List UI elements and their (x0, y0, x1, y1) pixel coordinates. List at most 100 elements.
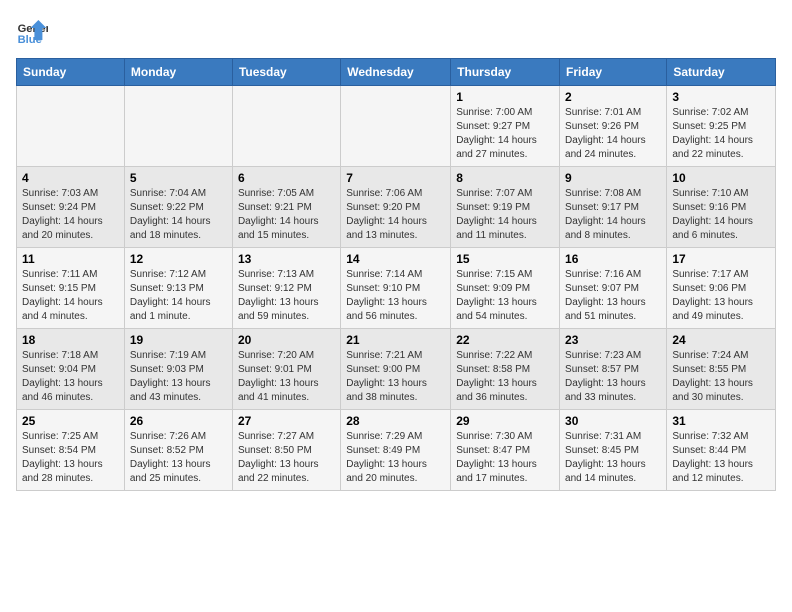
calendar-day-cell: 20 Sunrise: 7:20 AM Sunset: 9:01 PM Dayli… (232, 329, 340, 410)
day-number: 23 (565, 333, 661, 347)
day-info: Sunrise: 7:13 AM Sunset: 9:12 PM Dayligh… (238, 268, 335, 324)
calendar-day-cell: 3Sunrise: 7:02 AM Sunset: 9:25 PM Daylig… (667, 86, 776, 167)
weekday-header: Monday (124, 59, 232, 86)
day-info: Sunrise: 7:10 AM Sunset: 9:16 PM Dayligh… (672, 187, 770, 243)
calendar-day-cell: 12 Sunrise: 7:12 AM Sunset: 9:13 PM Dayli… (124, 248, 232, 329)
day-info: Sunrise: 7:31 AM Sunset: 8:45 PM Dayligh… (565, 430, 661, 486)
day-info: Sunrise: 7:24 AM Sunset: 8:55 PM Dayligh… (672, 349, 770, 405)
calendar-day-cell: 23Sunrise: 7:23 AM Sunset: 8:57 PM Dayli… (560, 329, 667, 410)
day-number: 22 (456, 333, 554, 347)
calendar-day-cell (232, 86, 340, 167)
day-info: Sunrise: 7:30 AM Sunset: 8:47 PM Dayligh… (456, 430, 554, 486)
day-number: 25 (22, 414, 119, 428)
calendar-week-row: 25 Sunrise: 7:25 AM Sunset: 8:54 PM Dayli… (17, 410, 776, 491)
weekday-header: Wednesday (341, 59, 451, 86)
day-info: Sunrise: 7:25 AM Sunset: 8:54 PM Dayligh… (22, 430, 119, 486)
calendar-day-cell: 17 Sunrise: 7:17 AM Sunset: 9:06 PM Dayli… (667, 248, 776, 329)
day-info: Sunrise: 7:04 AM Sunset: 9:22 PM Dayligh… (130, 187, 227, 243)
calendar-week-row: 1 Sunrise: 7:00 AM Sunset: 9:27 PM Daylig… (17, 86, 776, 167)
day-number: 14 (346, 252, 445, 266)
day-number: 6 (238, 171, 335, 185)
day-number: 26 (130, 414, 227, 428)
day-number: 1 (456, 90, 554, 104)
calendar-body: 1 Sunrise: 7:00 AM Sunset: 9:27 PM Daylig… (17, 86, 776, 491)
weekday-header: Friday (560, 59, 667, 86)
calendar-day-cell: 9Sunrise: 7:08 AM Sunset: 9:17 PM Daylig… (560, 167, 667, 248)
calendar-day-cell: 13 Sunrise: 7:13 AM Sunset: 9:12 PM Dayli… (232, 248, 340, 329)
calendar-day-cell (341, 86, 451, 167)
weekday-header: Thursday (451, 59, 560, 86)
logo: General Blue (16, 16, 52, 48)
calendar-day-cell: 24 Sunrise: 7:24 AM Sunset: 8:55 PM Dayli… (667, 329, 776, 410)
day-info: Sunrise: 7:06 AM Sunset: 9:20 PM Dayligh… (346, 187, 445, 243)
day-info: Sunrise: 7:19 AM Sunset: 9:03 PM Dayligh… (130, 349, 227, 405)
day-number: 13 (238, 252, 335, 266)
day-number: 7 (346, 171, 445, 185)
day-info: Sunrise: 7:18 AM Sunset: 9:04 PM Dayligh… (22, 349, 119, 405)
day-info: Sunrise: 7:15 AM Sunset: 9:09 PM Dayligh… (456, 268, 554, 324)
calendar-day-cell: 2 Sunrise: 7:01 AM Sunset: 9:26 PM Daylig… (560, 86, 667, 167)
day-info: Sunrise: 7:21 AM Sunset: 9:00 PM Dayligh… (346, 349, 445, 405)
day-number: 2 (565, 90, 661, 104)
day-number: 28 (346, 414, 445, 428)
calendar-day-cell: 5 Sunrise: 7:04 AM Sunset: 9:22 PM Daylig… (124, 167, 232, 248)
day-info: Sunrise: 7:02 AM Sunset: 9:25 PM Dayligh… (672, 106, 770, 162)
calendar-day-cell: 31Sunrise: 7:32 AM Sunset: 8:44 PM Dayli… (667, 410, 776, 491)
day-number: 18 (22, 333, 119, 347)
calendar-day-cell: 8Sunrise: 7:07 AM Sunset: 9:19 PM Daylig… (451, 167, 560, 248)
calendar-week-row: 11 Sunrise: 7:11 AM Sunset: 9:15 PM Dayli… (17, 248, 776, 329)
day-number: 20 (238, 333, 335, 347)
day-info: Sunrise: 7:00 AM Sunset: 9:27 PM Dayligh… (456, 106, 554, 162)
day-number: 24 (672, 333, 770, 347)
day-info: Sunrise: 7:11 AM Sunset: 9:15 PM Dayligh… (22, 268, 119, 324)
calendar-day-cell (124, 86, 232, 167)
calendar-day-cell: 21 Sunrise: 7:21 AM Sunset: 9:00 PM Dayli… (341, 329, 451, 410)
day-number: 16 (565, 252, 661, 266)
calendar-day-cell (17, 86, 125, 167)
calendar-day-cell: 26 Sunrise: 7:26 AM Sunset: 8:52 PM Dayli… (124, 410, 232, 491)
day-info: Sunrise: 7:16 AM Sunset: 9:07 PM Dayligh… (565, 268, 661, 324)
calendar-day-cell: 25 Sunrise: 7:25 AM Sunset: 8:54 PM Dayli… (17, 410, 125, 491)
day-number: 27 (238, 414, 335, 428)
day-number: 21 (346, 333, 445, 347)
day-number: 11 (22, 252, 119, 266)
calendar-day-cell: 1 Sunrise: 7:00 AM Sunset: 9:27 PM Daylig… (451, 86, 560, 167)
day-number: 17 (672, 252, 770, 266)
day-info: Sunrise: 7:26 AM Sunset: 8:52 PM Dayligh… (130, 430, 227, 486)
weekday-header: Sunday (17, 59, 125, 86)
weekday-header: Saturday (667, 59, 776, 86)
day-number: 8 (456, 171, 554, 185)
day-number: 29 (456, 414, 554, 428)
day-info: Sunrise: 7:01 AM Sunset: 9:26 PM Dayligh… (565, 106, 661, 162)
weekday-header: Tuesday (232, 59, 340, 86)
day-number: 19 (130, 333, 227, 347)
calendar-day-cell: 30Sunrise: 7:31 AM Sunset: 8:45 PM Dayli… (560, 410, 667, 491)
calendar-day-cell: 18 Sunrise: 7:18 AM Sunset: 9:04 PM Dayli… (17, 329, 125, 410)
calendar-day-cell: 10 Sunrise: 7:10 AM Sunset: 9:16 PM Dayli… (667, 167, 776, 248)
day-number: 12 (130, 252, 227, 266)
day-info: Sunrise: 7:17 AM Sunset: 9:06 PM Dayligh… (672, 268, 770, 324)
day-info: Sunrise: 7:14 AM Sunset: 9:10 PM Dayligh… (346, 268, 445, 324)
calendar-day-cell: 27Sunrise: 7:27 AM Sunset: 8:50 PM Dayli… (232, 410, 340, 491)
day-info: Sunrise: 7:12 AM Sunset: 9:13 PM Dayligh… (130, 268, 227, 324)
calendar-day-cell: 19 Sunrise: 7:19 AM Sunset: 9:03 PM Dayli… (124, 329, 232, 410)
day-number: 31 (672, 414, 770, 428)
day-number: 5 (130, 171, 227, 185)
calendar-day-cell: 22 Sunrise: 7:22 AM Sunset: 8:58 PM Dayli… (451, 329, 560, 410)
day-info: Sunrise: 7:03 AM Sunset: 9:24 PM Dayligh… (22, 187, 119, 243)
calendar-table: SundayMondayTuesdayWednesdayThursdayFrid… (16, 58, 776, 491)
calendar-day-cell: 29 Sunrise: 7:30 AM Sunset: 8:47 PM Dayli… (451, 410, 560, 491)
day-info: Sunrise: 7:22 AM Sunset: 8:58 PM Dayligh… (456, 349, 554, 405)
calendar-week-row: 4Sunrise: 7:03 AM Sunset: 9:24 PM Daylig… (17, 167, 776, 248)
logo-icon: General Blue (16, 16, 48, 48)
calendar-day-cell: 4Sunrise: 7:03 AM Sunset: 9:24 PM Daylig… (17, 167, 125, 248)
calendar-day-cell: 15 Sunrise: 7:15 AM Sunset: 9:09 PM Dayli… (451, 248, 560, 329)
day-number: 15 (456, 252, 554, 266)
day-number: 10 (672, 171, 770, 185)
day-info: Sunrise: 7:05 AM Sunset: 9:21 PM Dayligh… (238, 187, 335, 243)
calendar-day-cell: 11 Sunrise: 7:11 AM Sunset: 9:15 PM Dayli… (17, 248, 125, 329)
weekday-header-row: SundayMondayTuesdayWednesdayThursdayFrid… (17, 59, 776, 86)
day-info: Sunrise: 7:20 AM Sunset: 9:01 PM Dayligh… (238, 349, 335, 405)
calendar-day-cell: 6 Sunrise: 7:05 AM Sunset: 9:21 PM Daylig… (232, 167, 340, 248)
day-info: Sunrise: 7:29 AM Sunset: 8:49 PM Dayligh… (346, 430, 445, 486)
